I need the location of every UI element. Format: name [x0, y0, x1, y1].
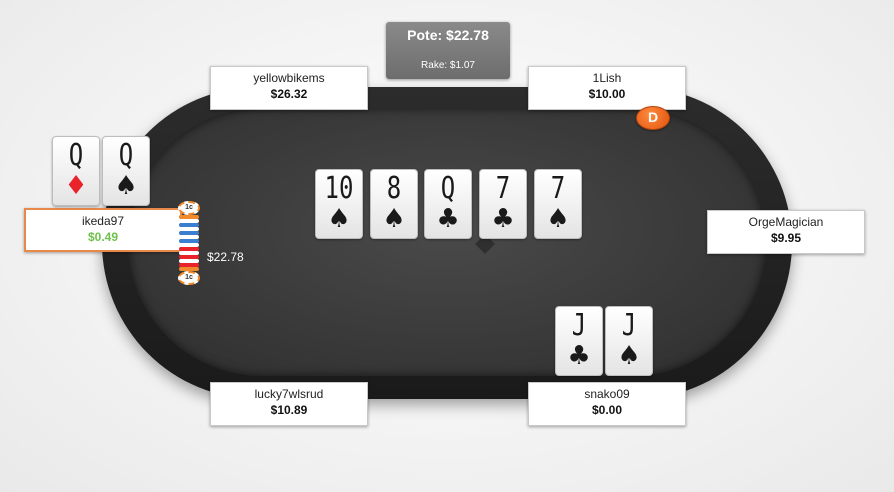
pot-total: Pote: $22.78	[407, 27, 489, 43]
board-card: Q ♣	[424, 169, 472, 239]
player-stack: $26.32	[270, 87, 308, 101]
player-name: ikeda97	[81, 214, 125, 228]
board-card: 7 ♠	[534, 169, 582, 239]
diamond-suit-icon: ♦	[64, 171, 88, 201]
seat-snako09[interactable]: snako09 $0.00	[528, 382, 686, 426]
player-name: yellowbikems	[253, 71, 325, 85]
hole-card: J ♣	[555, 306, 603, 376]
seat-1lish[interactable]: 1Lish $10.00	[528, 66, 686, 110]
seat-orgemagician[interactable]: OrgeMagician $9.95	[707, 210, 865, 254]
hole-card: J ♠	[605, 306, 653, 376]
board-card: 10 ♠	[315, 169, 363, 239]
pot-display: Pote: $22.78 Rake: $1.07	[386, 22, 510, 79]
hole-card: Q ♦	[52, 136, 100, 206]
hole-card: Q ♠	[102, 136, 150, 206]
club-suit-icon: ♣	[567, 341, 591, 371]
card-rank: 8	[386, 171, 402, 206]
card-rank: Q	[440, 171, 456, 206]
card-rank: Q	[68, 138, 84, 173]
player-stack: $0.00	[591, 403, 623, 417]
bet-chip-stack: 1c 1c	[178, 201, 200, 287]
player-name: snako09	[584, 387, 630, 401]
player-name: OrgeMagician	[748, 215, 824, 229]
seat-lucky7wlsrud[interactable]: lucky7wlsrud $10.89	[210, 382, 368, 426]
card-rank: J	[621, 308, 637, 343]
player-name: 1Lish	[592, 71, 622, 85]
card-rank: 7	[550, 171, 566, 206]
spade-suit-icon: ♠	[617, 341, 641, 371]
board-card: 8 ♠	[370, 169, 418, 239]
spade-suit-icon: ♠	[382, 204, 406, 234]
player-stack: $10.00	[588, 87, 626, 101]
dealer-button: D	[636, 106, 670, 130]
bet-amount: $22.78	[207, 250, 244, 264]
spade-suit-icon: ♠	[327, 204, 351, 234]
chip-icon: 1c	[178, 271, 200, 285]
player-stack: $9.95	[770, 231, 802, 245]
spade-suit-icon: ♠	[114, 171, 138, 201]
card-rank: 10	[324, 171, 354, 206]
card-rank: Q	[118, 138, 134, 173]
poker-table-felt	[128, 108, 766, 376]
spade-suit-icon: ♠	[546, 204, 570, 234]
club-suit-icon: ♣	[491, 204, 515, 234]
board-card: 7 ♣	[479, 169, 527, 239]
card-rank: 7	[495, 171, 511, 206]
seat-yellowbikems[interactable]: yellowbikems $26.32	[210, 66, 368, 110]
pot-rake: Rake: $1.07	[421, 60, 475, 71]
player-stack: $0.49	[87, 230, 119, 244]
seat-ikeda97[interactable]: ikeda97 $0.49	[24, 208, 182, 252]
player-stack: $10.89	[270, 403, 308, 417]
club-suit-icon: ♣	[436, 204, 460, 234]
chip-icon: 1c	[178, 201, 200, 215]
player-name: lucky7wlsrud	[254, 387, 324, 401]
card-rank: J	[571, 308, 587, 343]
